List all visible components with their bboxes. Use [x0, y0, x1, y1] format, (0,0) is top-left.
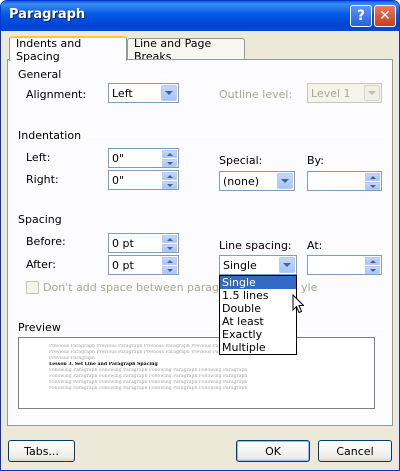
after-label: After:: [26, 258, 56, 271]
at-label: At:: [307, 239, 323, 252]
spin-down-icon[interactable]: [162, 181, 177, 189]
mouse-pointer-icon: [292, 294, 304, 314]
right-indent-value: 0": [112, 174, 125, 187]
left-indent-value: 0": [112, 152, 125, 165]
ok-button[interactable]: OK: [236, 440, 310, 462]
tab-label: Indents and Spacing: [16, 36, 82, 63]
special-label: Special:: [219, 154, 263, 167]
dont-add-space-label-tail: yle: [301, 281, 318, 294]
cancel-button[interactable]: Cancel: [318, 440, 392, 462]
spin-down-icon[interactable]: [162, 159, 177, 167]
tabs-button-label: Tabs...: [24, 444, 59, 458]
tab-indents-and-spacing[interactable]: Indents and Spacing: [9, 36, 127, 63]
outline-level-value: Level 1: [311, 87, 351, 100]
before-value: 0 pt: [112, 237, 134, 250]
at-spinner[interactable]: [307, 255, 382, 275]
left-indent-spinner[interactable]: 0": [108, 148, 179, 168]
spin-down-icon[interactable]: [162, 266, 177, 274]
spin-down-icon[interactable]: [365, 266, 380, 274]
spin-down-icon[interactable]: [365, 182, 380, 190]
chevron-down-icon: [161, 85, 177, 101]
line-spacing-select[interactable]: Single: [219, 255, 297, 275]
outline-level-label: Outline level:: [219, 88, 293, 101]
by-label: By:: [307, 154, 324, 167]
spin-up-icon[interactable]: [365, 257, 380, 265]
option-multiple[interactable]: Multiple: [220, 341, 296, 354]
title-bar: Paragraph ? ✕: [1, 1, 399, 31]
option-exactly[interactable]: Exactly: [220, 328, 296, 341]
right-indent-spinner[interactable]: 0": [108, 170, 179, 190]
chevron-down-icon: [364, 85, 380, 101]
ok-button-label: OK: [265, 444, 281, 458]
after-value: 0 pt: [112, 259, 134, 272]
spin-down-icon[interactable]: [162, 244, 177, 252]
indentation-divider: [84, 136, 383, 137]
spin-up-icon[interactable]: [162, 257, 177, 265]
line-spacing-label: Line spacing:: [219, 239, 292, 252]
general-divider: [63, 75, 383, 76]
preview-heading: Preview: [18, 321, 61, 334]
spin-up-icon[interactable]: [162, 235, 177, 243]
by-spinner[interactable]: [307, 171, 382, 191]
general-heading: General: [18, 68, 62, 81]
left-indent-label: Left:: [26, 151, 51, 164]
paragraph-dialog: Paragraph ? ✕ Indents and Spacing Line a…: [0, 0, 400, 471]
preview-following-line: Following Paragraph Following Paragraph …: [49, 386, 248, 391]
outline-level-select[interactable]: Level 1: [307, 83, 382, 103]
alignment-value: Left: [112, 87, 133, 100]
dont-add-space-label: Don't add space between paragraph: [43, 281, 245, 294]
help-icon: ?: [356, 8, 366, 24]
alignment-label: Alignment:: [26, 88, 87, 101]
alignment-select[interactable]: Left: [108, 83, 179, 103]
spin-up-icon[interactable]: [162, 150, 177, 158]
chevron-down-icon: [279, 257, 295, 273]
option-1-5-lines[interactable]: 1.5 lines: [220, 289, 296, 302]
option-at-least[interactable]: At least: [220, 315, 296, 328]
spin-up-icon[interactable]: [162, 172, 177, 180]
special-select[interactable]: (none): [219, 171, 295, 191]
special-value: (none): [223, 175, 260, 188]
close-icon: ✕: [379, 8, 391, 24]
after-spinner[interactable]: 0 pt: [108, 255, 179, 275]
spin-up-icon[interactable]: [365, 173, 380, 181]
option-single[interactable]: Single: [220, 276, 296, 289]
before-label: Before:: [26, 235, 66, 248]
tabs-button[interactable]: Tabs...: [8, 440, 75, 462]
cancel-button-label: Cancel: [336, 444, 374, 458]
line-spacing-dropdown: Single 1.5 lines Double At least Exactly…: [219, 275, 297, 355]
window-title: Paragraph: [9, 7, 86, 22]
close-button[interactable]: ✕: [374, 5, 396, 27]
before-spinner[interactable]: 0 pt: [108, 233, 179, 253]
help-button[interactable]: ?: [350, 5, 372, 27]
preview-box: Previous Paragraph Previous Paragraph Pr…: [18, 337, 375, 409]
option-double[interactable]: Double: [220, 302, 296, 315]
right-indent-label: Right:: [26, 173, 59, 186]
dont-add-space-checkbox[interactable]: [26, 281, 39, 294]
line-spacing-value: Single: [223, 259, 257, 272]
chevron-down-icon: [277, 173, 293, 189]
indentation-heading: Indentation: [18, 129, 82, 142]
spacing-heading: Spacing: [18, 213, 62, 226]
spacing-divider: [67, 220, 383, 221]
tab-line-and-page-breaks[interactable]: Line and Page Breaks: [127, 37, 245, 63]
